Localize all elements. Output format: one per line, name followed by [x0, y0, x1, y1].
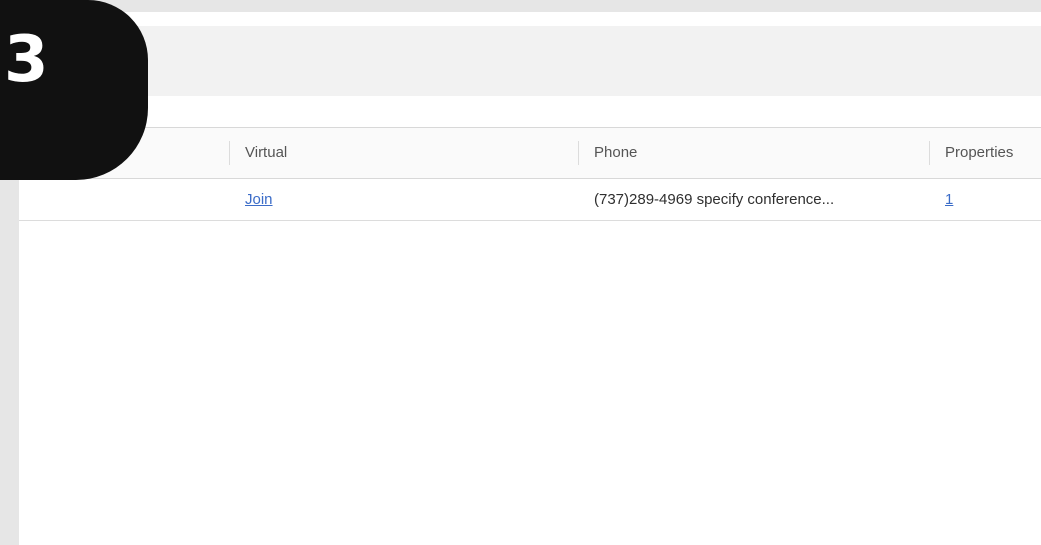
properties-count-link[interactable]: 1: [945, 191, 953, 208]
join-link[interactable]: Join: [245, 191, 273, 208]
meetings-table: Virtual Phone Properties Join (737)289-4…: [19, 127, 1041, 221]
column-header-properties-label: Properties: [945, 144, 1014, 161]
table-row: Join (737)289-4969 specify conference...…: [19, 179, 1041, 221]
cell-phone: (737)289-4969 specify conference...: [594, 179, 834, 220]
column-header-virtual[interactable]: Virtual: [229, 141, 287, 165]
toolbar-area: [19, 26, 1041, 96]
column-header-phone-label: Phone: [594, 144, 638, 161]
column-header-phone[interactable]: Phone: [578, 141, 637, 165]
column-header-virtual-label: Virtual: [245, 144, 288, 161]
main-panel: Virtual Phone Properties Join (737)289-4…: [19, 12, 1041, 545]
step-number: 3: [4, 23, 49, 97]
cell-properties: 1: [945, 179, 953, 220]
column-header-properties[interactable]: Properties: [929, 141, 1013, 165]
table-header: Virtual Phone Properties: [19, 127, 1041, 179]
phone-value: (737)289-4969 specify conference...: [594, 191, 835, 208]
cell-virtual: Join: [245, 179, 273, 220]
step-badge: 3: [0, 0, 148, 180]
